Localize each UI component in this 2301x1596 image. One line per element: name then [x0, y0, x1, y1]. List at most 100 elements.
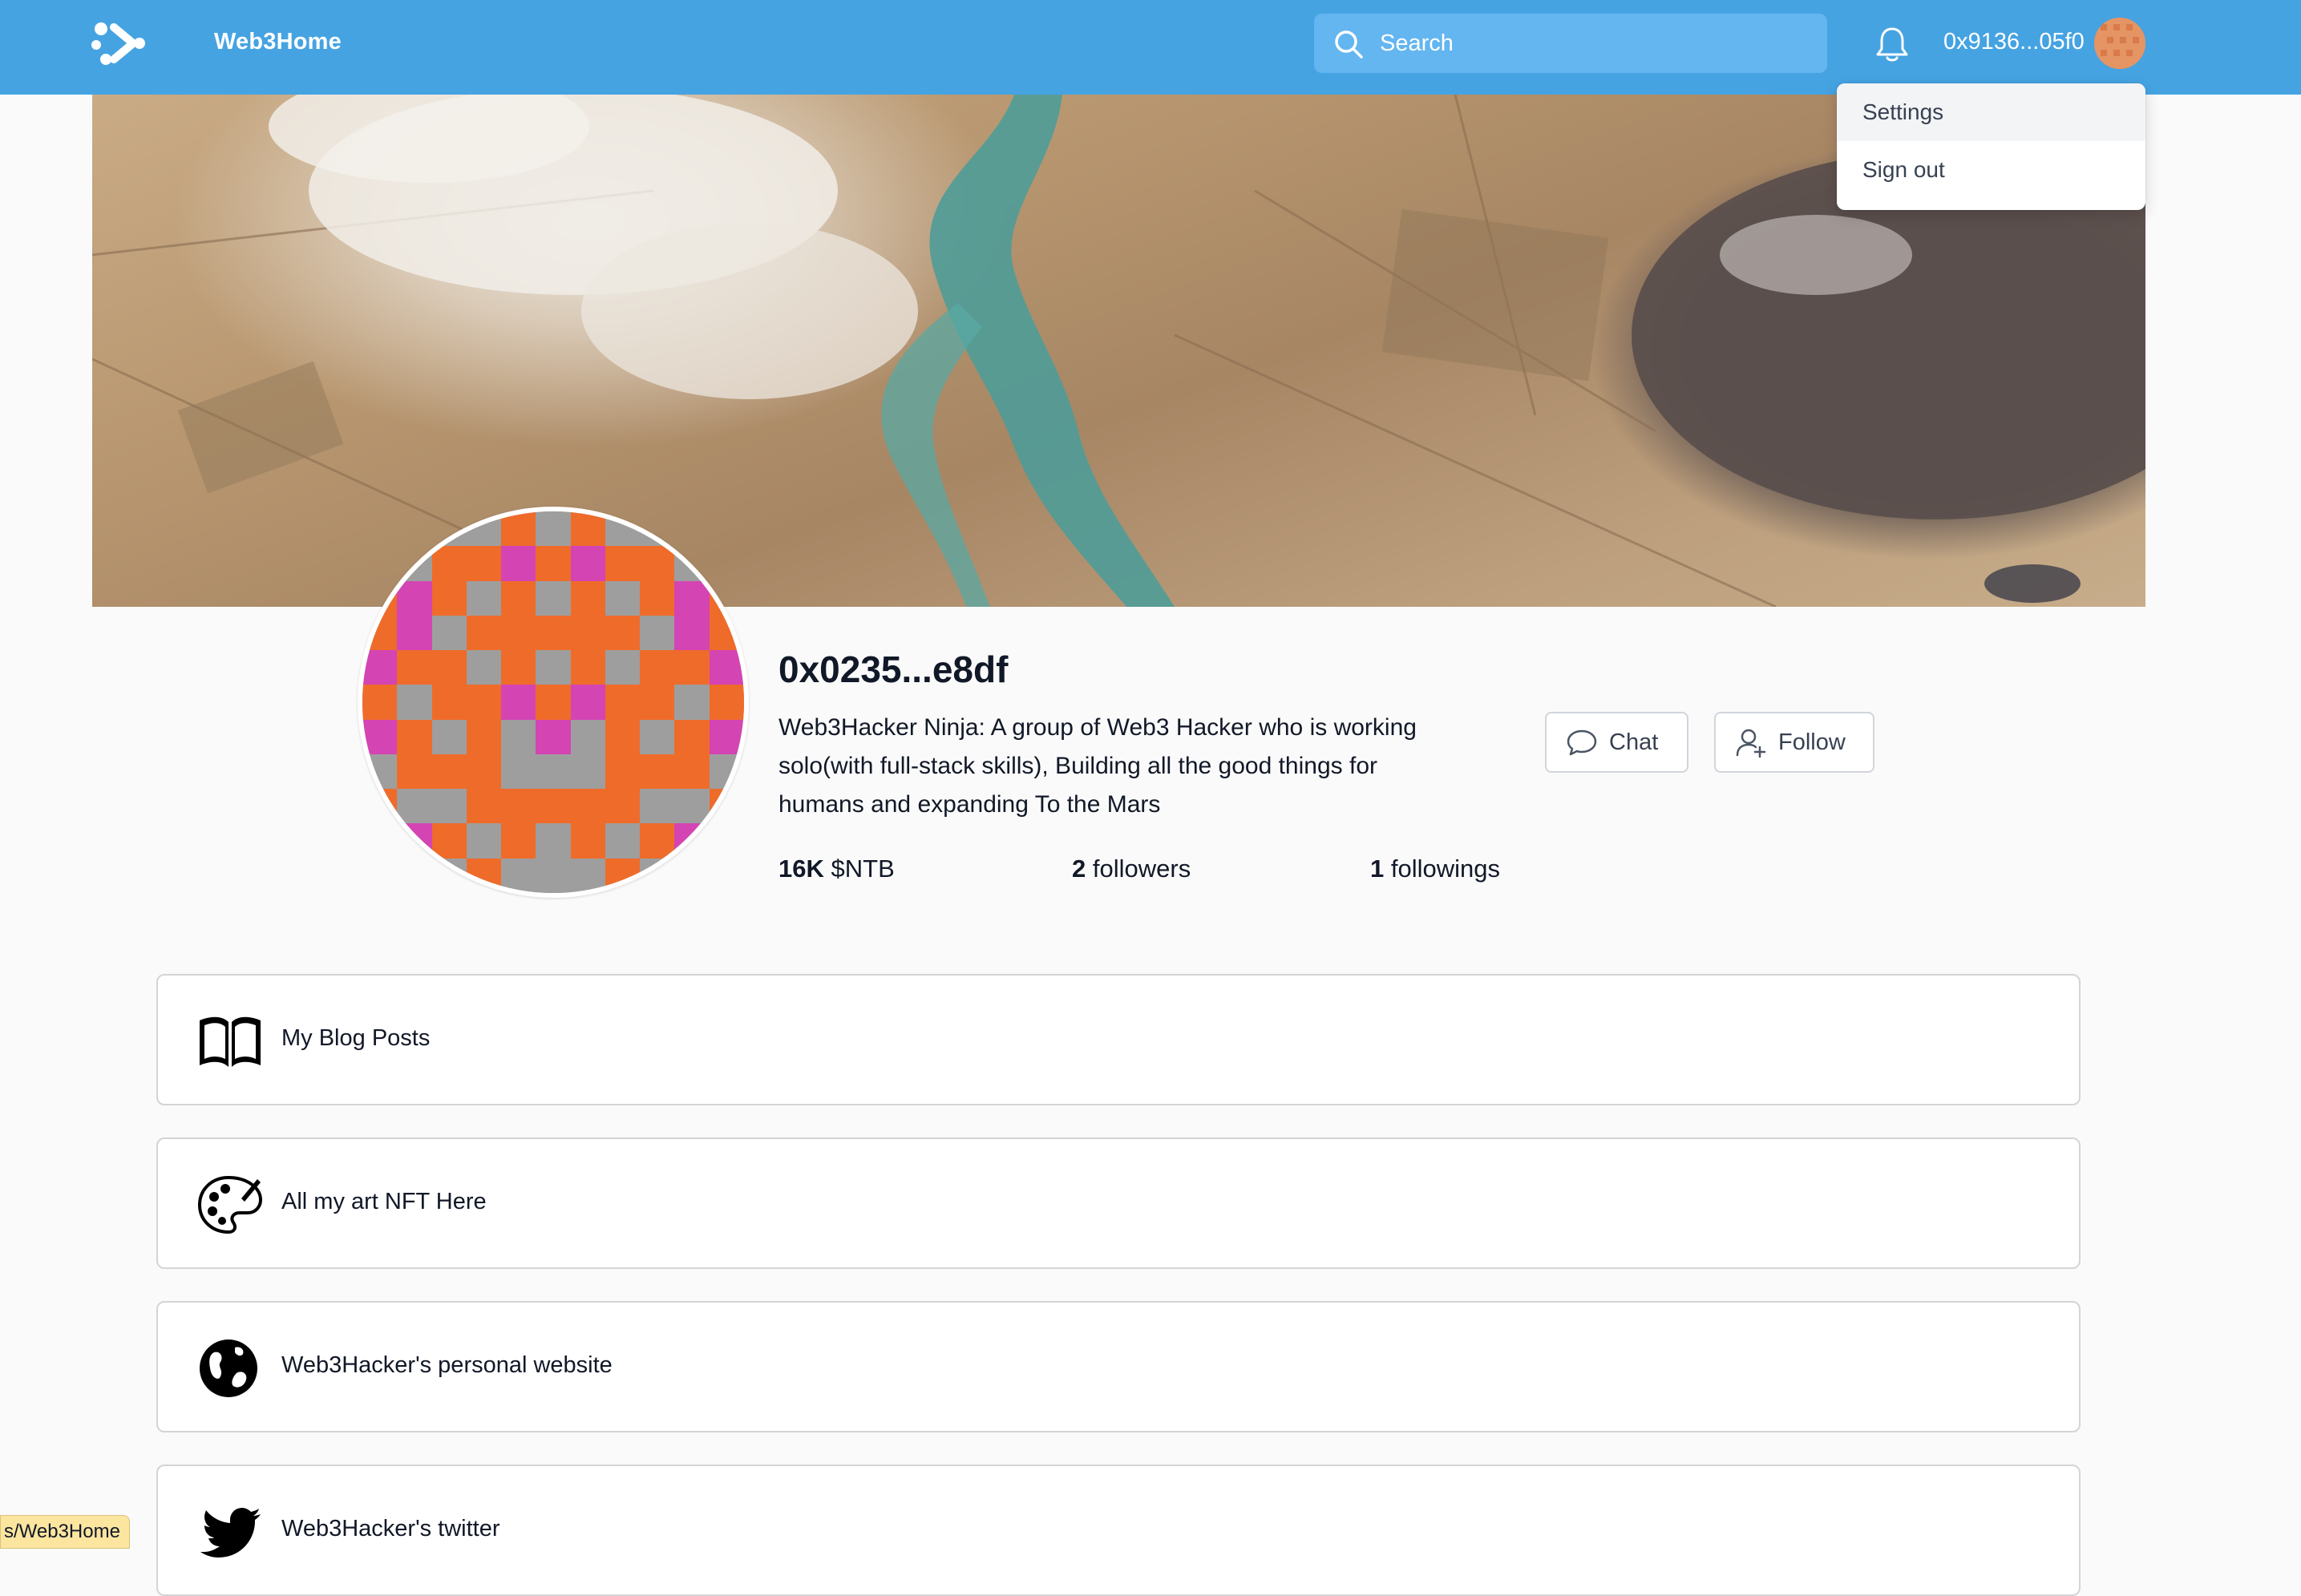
- globe-icon: [200, 1339, 257, 1397]
- menu-item-settings[interactable]: Settings: [1837, 83, 2145, 141]
- identicon-cell: [362, 615, 398, 651]
- stat-followers-value: 2: [1072, 855, 1086, 883]
- stat-followings-value: 1: [1370, 855, 1385, 883]
- user-menu-dropdown: Settings Sign out: [1837, 83, 2145, 210]
- identicon-cell: [431, 858, 467, 893]
- identicon-cell: [605, 858, 641, 893]
- identicon-cell: [362, 823, 398, 859]
- identicon-cell: [501, 789, 536, 824]
- stat-tokens: 16K $NTB: [778, 855, 895, 883]
- identicon-cell: [674, 580, 710, 616]
- identicon-cell: [674, 823, 710, 859]
- link-card-blog-posts[interactable]: My Blog Posts: [156, 974, 2081, 1105]
- identicon-cell: [501, 719, 536, 754]
- identicon-cell: [466, 789, 502, 824]
- identicon-cell: [674, 685, 710, 720]
- notification-bell-icon[interactable]: [1873, 24, 1911, 64]
- identicon-cell: [431, 754, 467, 790]
- status-bar-url: s/Web3Home: [0, 1515, 130, 1549]
- identicon-cell: [397, 615, 432, 651]
- profile-name: 0x0235...e8df: [778, 649, 1009, 690]
- stat-tokens-label: $NTB: [831, 855, 895, 883]
- identicon-cell: [570, 546, 605, 581]
- identicon-cell: [640, 650, 675, 685]
- search-icon: [1335, 30, 1363, 59]
- identicon-cell: [397, 580, 432, 616]
- identicon-cell: [431, 546, 467, 581]
- identicon-cell: [431, 650, 467, 685]
- identicon-cell: [536, 858, 571, 893]
- identicon-cell: [536, 789, 571, 824]
- identicon-cell: [536, 615, 571, 651]
- identicon-cell: [397, 858, 432, 893]
- identicon-cell: [640, 789, 675, 824]
- link-card-twitter[interactable]: Web3Hacker's twitter: [156, 1465, 2081, 1596]
- user-avatar[interactable]: [2094, 18, 2145, 69]
- identicon-cell: [466, 580, 502, 616]
- identicon-cell: [501, 858, 536, 893]
- identicon-cell: [466, 754, 502, 790]
- stat-tokens-value: 16K: [778, 855, 824, 883]
- identicon-cell: [570, 789, 605, 824]
- identicon-cell: [709, 754, 744, 790]
- identicon-cell: [605, 650, 641, 685]
- identicon-cell: [605, 615, 641, 651]
- identicon-cell: [501, 685, 536, 720]
- search-box[interactable]: [1314, 14, 1827, 73]
- identicon-cell: [605, 685, 641, 720]
- identicon-cell: [570, 719, 605, 754]
- stat-followings-label: followings: [1390, 855, 1500, 883]
- identicon-pattern: [362, 511, 744, 893]
- link-card-art-nft[interactable]: All my art NFT Here: [156, 1137, 2081, 1269]
- add-user-icon: [1736, 729, 1766, 758]
- logo-icon[interactable]: [90, 18, 148, 69]
- identicon-cell: [709, 789, 744, 824]
- identicon-cell: [570, 858, 605, 893]
- identicon-cell: [501, 615, 536, 651]
- identicon-cell: [362, 650, 398, 685]
- identicon-cell: [501, 511, 536, 547]
- identicon-cell: [501, 650, 536, 685]
- identicon-cell: [640, 580, 675, 616]
- identicon-cell: [640, 685, 675, 720]
- wallet-address[interactable]: 0x9136...05f0: [1943, 29, 2085, 55]
- identicon-cell: [605, 580, 641, 616]
- identicon-cell: [536, 719, 571, 754]
- link-card-label: My Blog Posts: [281, 1025, 431, 1051]
- identicon-cell: [709, 719, 744, 754]
- chat-button[interactable]: Chat: [1545, 712, 1688, 773]
- link-card-label: All my art NFT Here: [281, 1189, 487, 1214]
- identicon-cell: [640, 823, 675, 859]
- identicon-cell: [640, 719, 675, 754]
- identicon-cell: [397, 754, 432, 790]
- twitter-bird-icon: [200, 1508, 261, 1558]
- follow-button[interactable]: Follow: [1714, 712, 1874, 773]
- brand-name[interactable]: Web3Home: [214, 29, 342, 55]
- profile-avatar: [358, 507, 749, 898]
- stat-followers[interactable]: 2 followers: [1072, 855, 1191, 883]
- identicon-cell: [570, 685, 605, 720]
- identicon-cell: [466, 685, 502, 720]
- identicon-cell: [674, 719, 710, 754]
- link-card-personal-website[interactable]: Web3Hacker's personal website: [156, 1301, 2081, 1432]
- identicon-cell: [605, 719, 641, 754]
- identicon-cell: [709, 858, 744, 893]
- identicon-cell: [431, 685, 467, 720]
- identicon-cell: [397, 789, 432, 824]
- identicon-cell: [536, 580, 571, 616]
- identicon-cell: [570, 754, 605, 790]
- identicon-cell: [466, 719, 502, 754]
- stat-followings[interactable]: 1 followings: [1370, 855, 1500, 883]
- menu-item-sign-out[interactable]: Sign out: [1837, 141, 2145, 199]
- palette-icon: [197, 1175, 263, 1234]
- identicon-cell: [536, 546, 571, 581]
- identicon-cell: [362, 719, 398, 754]
- identicon-cell: [640, 615, 675, 651]
- chat-button-label: Chat: [1609, 729, 1659, 755]
- identicon-cell: [674, 754, 710, 790]
- identicon-cell: [501, 580, 536, 616]
- identicon-cell: [640, 754, 675, 790]
- identicon-cell: [466, 858, 502, 893]
- identicon-cell: [466, 615, 502, 651]
- search-input[interactable]: [1380, 14, 1813, 73]
